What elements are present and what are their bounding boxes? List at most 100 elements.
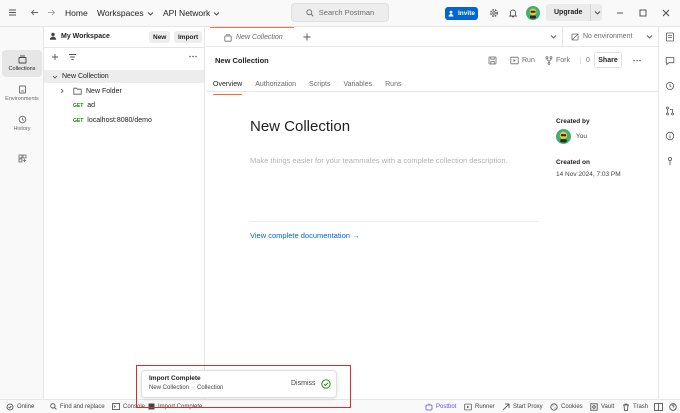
request-name: ad (87, 102, 96, 109)
help-icon[interactable] (669, 403, 677, 411)
start-proxy-label: Start Proxy (513, 404, 543, 410)
invite-label: Invite (458, 10, 475, 17)
trash-button[interactable]: Trash (622, 403, 648, 411)
search-input[interactable]: Search Postman (291, 3, 389, 22)
search-icon (50, 403, 57, 410)
vault-label: Vault (601, 404, 615, 410)
filter-icon[interactable] (68, 53, 77, 61)
find-replace-button[interactable]: Find and replace (50, 403, 105, 410)
collection-icon (224, 33, 232, 42)
cookies-button[interactable]: Cookies (550, 403, 583, 411)
add-collection-icon[interactable] (51, 53, 59, 61)
back-arrow-icon[interactable] (30, 8, 39, 17)
new-button[interactable]: New (149, 31, 171, 43)
environment-selector[interactable]: No environment (562, 27, 658, 46)
import-button[interactable]: Import (174, 31, 203, 43)
runner-button[interactable]: Runner (464, 403, 495, 411)
rail-label-environments: Environments (5, 96, 39, 102)
collection-breadcrumb[interactable]: New Collection (215, 56, 269, 65)
grid-icon (18, 154, 26, 163)
tab-overview[interactable]: Overview (213, 81, 243, 95)
new-tab-icon[interactable] (303, 33, 311, 41)
vault-button[interactable]: Vault (590, 403, 614, 411)
search-placeholder: Search Postman (318, 8, 375, 17)
tab-variables[interactable]: Variables (343, 81, 372, 94)
info-icon[interactable] (665, 131, 675, 141)
pull-request-icon[interactable] (665, 106, 675, 116)
notification-bell-icon[interactable] (508, 8, 518, 18)
home-link[interactable]: Home (65, 8, 88, 18)
workspaces-label: Workspaces (97, 8, 144, 18)
created-on-label: Created on (556, 159, 590, 166)
upgrade-button[interactable]: Upgrade (546, 4, 602, 21)
rail-label-history: History (13, 126, 31, 132)
upgrade-dropdown[interactable] (590, 4, 601, 21)
documentation-icon[interactable] (665, 32, 675, 42)
invite-button[interactable]: Invite (445, 7, 478, 20)
layout-icon[interactable] (654, 403, 663, 411)
run-button[interactable]: Run (510, 56, 535, 65)
close-icon[interactable] (662, 9, 670, 17)
upgrade-label: Upgrade (554, 9, 583, 16)
forward-arrow-icon[interactable] (47, 8, 56, 17)
created-by-label: Created by (556, 118, 590, 125)
fork-button[interactable]: Fork (545, 56, 570, 65)
rail-item-collections[interactable]: Collections (2, 50, 42, 77)
request-item[interactable]: GET localhost:8080/demo (73, 117, 152, 124)
history-icon (18, 115, 26, 124)
start-proxy-button[interactable]: Start Proxy (502, 403, 543, 411)
collection-description[interactable]: Make things easier for your teammates wi… (250, 156, 508, 165)
trash-label: Trash (633, 404, 649, 410)
minimize-icon[interactable] (616, 9, 624, 17)
rail-item-environments[interactable]: Environments (2, 80, 42, 107)
runner-icon (464, 403, 472, 411)
add-user-icon (448, 10, 454, 17)
folder-item[interactable]: New Folder (59, 87, 122, 95)
collection-title[interactable]: New Collection (250, 118, 350, 135)
find-replace-label: Find and replace (60, 403, 105, 410)
divider (250, 221, 539, 222)
sidebar: My Workspace New Import New Collection N… (44, 27, 205, 399)
tab-scripts[interactable]: Scripts (309, 81, 330, 94)
tab-authorization[interactable]: Authorization (255, 81, 296, 94)
rail-item-configure[interactable] (2, 145, 42, 172)
changelog-icon[interactable] (665, 81, 675, 91)
vault-icon (590, 403, 598, 411)
highlight-box (136, 365, 351, 408)
menu-icon[interactable] (8, 8, 17, 17)
comments-icon[interactable] (665, 56, 675, 66)
request-item[interactable]: GET ad (73, 102, 95, 109)
avatar[interactable] (526, 6, 540, 20)
view-documentation-link[interactable]: View complete documentation → (250, 231, 360, 240)
run-label: Run (522, 57, 535, 64)
tab-new-collection[interactable]: New Collection (210, 27, 294, 47)
more-options-icon[interactable] (189, 55, 197, 58)
search-collections-input[interactable] (80, 50, 188, 63)
environment-label: No environment (583, 33, 633, 40)
online-status[interactable]: Online (6, 403, 34, 411)
share-label: Share (598, 56, 618, 64)
postbot-icon (425, 403, 433, 411)
maximize-icon[interactable] (639, 9, 647, 17)
trash-icon (623, 403, 629, 411)
workspace-header[interactable]: My Workspace (49, 32, 110, 40)
more-options-icon[interactable] (633, 59, 641, 62)
chevron-down-icon[interactable] (550, 33, 557, 40)
proxy-icon (502, 403, 510, 411)
share-button[interactable]: Share (594, 52, 622, 68)
api-network-label: API Network (163, 8, 211, 18)
api-network-menu[interactable]: API Network (163, 8, 220, 18)
settings-gear-icon[interactable] (489, 8, 499, 18)
postbot-button[interactable]: Postbot (425, 403, 456, 411)
divider (44, 47, 204, 48)
folder-icon (73, 87, 82, 95)
tab-runs[interactable]: Runs (385, 81, 401, 94)
chevron-down-icon (594, 11, 601, 15)
collection-item[interactable]: New Collection (44, 70, 204, 83)
rail-item-history[interactable]: History (2, 110, 42, 137)
save-icon[interactable] (488, 56, 497, 65)
related-collections-icon[interactable] (665, 156, 675, 166)
workspaces-menu[interactable]: Workspaces (97, 8, 154, 18)
folder-name: New Folder (86, 87, 122, 95)
search-icon (306, 8, 314, 17)
